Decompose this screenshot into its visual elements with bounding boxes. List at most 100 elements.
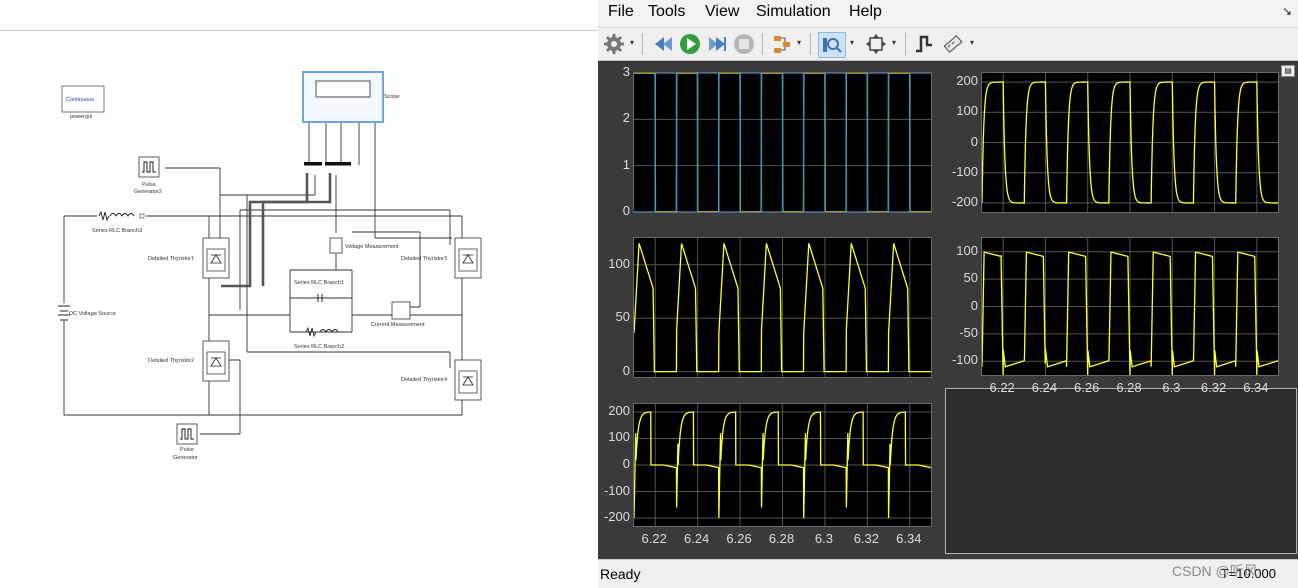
x-tick-label: 6.32: [853, 531, 879, 546]
restore-layout-icon[interactable]: ▤: [1281, 65, 1295, 77]
y-tick-label: -200: [603, 509, 630, 525]
y-tick-label: 50: [963, 270, 978, 286]
menu-help[interactable]: Help: [849, 3, 882, 21]
thyristor1-block[interactable]: [202, 237, 230, 279]
zoom-dropdown-icon[interactable]: ▾: [850, 38, 854, 47]
series-rlc-branch1-label: Series RLC Branch1: [294, 280, 344, 286]
y-tick-label: 0: [622, 362, 630, 378]
y-tick-label: -100: [951, 163, 978, 179]
scope-axes-5[interactable]: [633, 403, 932, 527]
y-tick-label: 3: [622, 64, 630, 79]
scope-toolbar: ▾ ▾ ▾ ▾ ▾: [598, 28, 1298, 61]
x-tick-label: 6.26: [726, 531, 752, 546]
scope-plot-area[interactable]: ▤ 3 2 1 0 200 100 0 -100 -200 100 50 0 100 50 0 -50 -100…: [598, 61, 1298, 559]
scope-axes-2[interactable]: [981, 72, 1279, 213]
y-tick-label: -50: [959, 324, 978, 340]
scope-axes-1[interactable]: [633, 72, 932, 213]
circuit-diagram[interactable]: Scope Continuous powergui Pulse Generato…: [0, 0, 598, 587]
thyristor1-label: Detailed Thyristor1: [148, 256, 194, 262]
run-icon[interactable]: [678, 32, 702, 56]
step-back-icon[interactable]: [651, 32, 675, 56]
powergui-label: powergui: [70, 114, 92, 120]
configuration-icon[interactable]: [602, 32, 626, 56]
scope-block-label: Scope: [384, 94, 400, 100]
scope-axes-4[interactable]: [981, 237, 1279, 376]
x-tick-label: 6.26: [1074, 380, 1100, 395]
scope-axes-3-canvas: [634, 238, 931, 377]
pulse-generator2-block[interactable]: [138, 156, 160, 178]
y-tick-label: 100: [956, 103, 978, 119]
pulse-generator2-label-1: Pulse: [142, 182, 156, 188]
configuration-dropdown-icon[interactable]: ▾: [630, 38, 634, 47]
undock-icon[interactable]: ↘: [1282, 4, 1292, 18]
powergui-title: Continuous: [66, 97, 94, 103]
series-rlc-branch3-label: Series RLC Branch3: [92, 228, 142, 234]
x-tick-label: 6.28: [1116, 380, 1142, 395]
y-tick-label: -100: [603, 482, 630, 498]
scope-window[interactable]: File Tools View Simulation Help ↘ ▾ ▾ ▾ …: [598, 0, 1298, 588]
y-tick-label: 100: [608, 429, 630, 445]
x-tick-label: 6.34: [1243, 380, 1269, 395]
y-tick-label: 0: [970, 133, 978, 149]
highlight-signal-icon[interactable]: [770, 32, 794, 56]
measurements-icon[interactable]: [941, 32, 965, 56]
y-tick-label: 1: [622, 156, 630, 172]
x-tick-label: 6.22: [641, 531, 667, 546]
series-line-2: [634, 73, 931, 212]
thyristor2-block[interactable]: [202, 340, 230, 382]
thyristor3-label: Detailed Thyristor3: [401, 256, 447, 262]
y-tick-label: 200: [956, 73, 978, 89]
y-tick-label: 200: [608, 402, 630, 418]
pulse-generator-block[interactable]: [176, 423, 198, 445]
series-rlc-branch2-label: Series RLC Branch2: [294, 344, 344, 350]
x-tick-label: 6.24: [1031, 380, 1058, 395]
x-tick-label: 6.34: [896, 531, 922, 546]
current-measurement-block[interactable]: [391, 301, 411, 320]
pulse-generator-label-1: Pulse: [180, 447, 194, 453]
simulink-model-canvas[interactable]: Scope Continuous powergui Pulse Generato…: [0, 0, 598, 587]
x-tick-label: 6.22: [989, 380, 1015, 395]
x-tick-label: 6.32: [1200, 380, 1227, 395]
voltage-measurement-label: Voltage Measurement: [345, 244, 399, 250]
highlight-dropdown-icon[interactable]: ▾: [797, 38, 801, 47]
menu-file[interactable]: File: [608, 3, 634, 21]
x-tick-label: 6.3: [814, 531, 833, 546]
scope-axes-2-canvas: [982, 73, 1278, 212]
step-forward-icon[interactable]: [705, 32, 729, 56]
series-rlc-branch3[interactable]: [92, 210, 145, 222]
y-tick-label: 0: [970, 297, 978, 313]
thyristor4-block[interactable]: [454, 359, 482, 401]
y-tick-label: 100: [608, 255, 630, 271]
scope-axes-1-canvas: [634, 73, 931, 212]
scope-axes-3[interactable]: [633, 237, 932, 378]
y-tick-label: 100: [956, 242, 978, 258]
fit-axes-icon[interactable]: [864, 32, 888, 56]
empty-display-panel: [945, 388, 1297, 554]
zoom-icon[interactable]: [818, 32, 846, 58]
pulse-generator2-label-2: Generator2: [134, 189, 162, 195]
status-text: Ready: [600, 566, 641, 582]
menu-view[interactable]: View: [705, 3, 739, 21]
watermark: CSDN @听风: [1172, 563, 1258, 579]
pulse-generator-label-2: Generator: [173, 455, 198, 461]
fit-dropdown-icon[interactable]: ▾: [892, 38, 896, 47]
voltage-measurement-block[interactable]: [329, 237, 343, 254]
measurements-dropdown-icon[interactable]: ▾: [970, 38, 974, 47]
dc-voltage-source-label: DC Voltage Source: [69, 311, 116, 317]
series-rlc-branch1[interactable]: [305, 294, 335, 302]
x-tick-label: 6.24: [683, 531, 710, 546]
triggers-icon[interactable]: [912, 32, 936, 56]
thyristor4-label: Detailed Thyristor4: [401, 377, 447, 383]
x-tick-label: 6.3: [1162, 380, 1181, 395]
thyristor3-block[interactable]: [454, 237, 482, 279]
y-tick-label: -200: [951, 193, 978, 209]
scope-axes-5-canvas: [634, 404, 931, 526]
menu-simulation[interactable]: Simulation: [756, 3, 831, 21]
menu-tools[interactable]: Tools: [648, 3, 685, 21]
stop-icon[interactable]: [732, 32, 756, 56]
scope-menu-bar: File Tools View Simulation Help ↘: [598, 0, 1298, 28]
y-tick-label: -100: [951, 352, 978, 368]
y-tick-label: 0: [622, 203, 630, 218]
scope-axes-4-canvas: [982, 238, 1278, 375]
x-tick-label: 6.28: [768, 531, 795, 546]
